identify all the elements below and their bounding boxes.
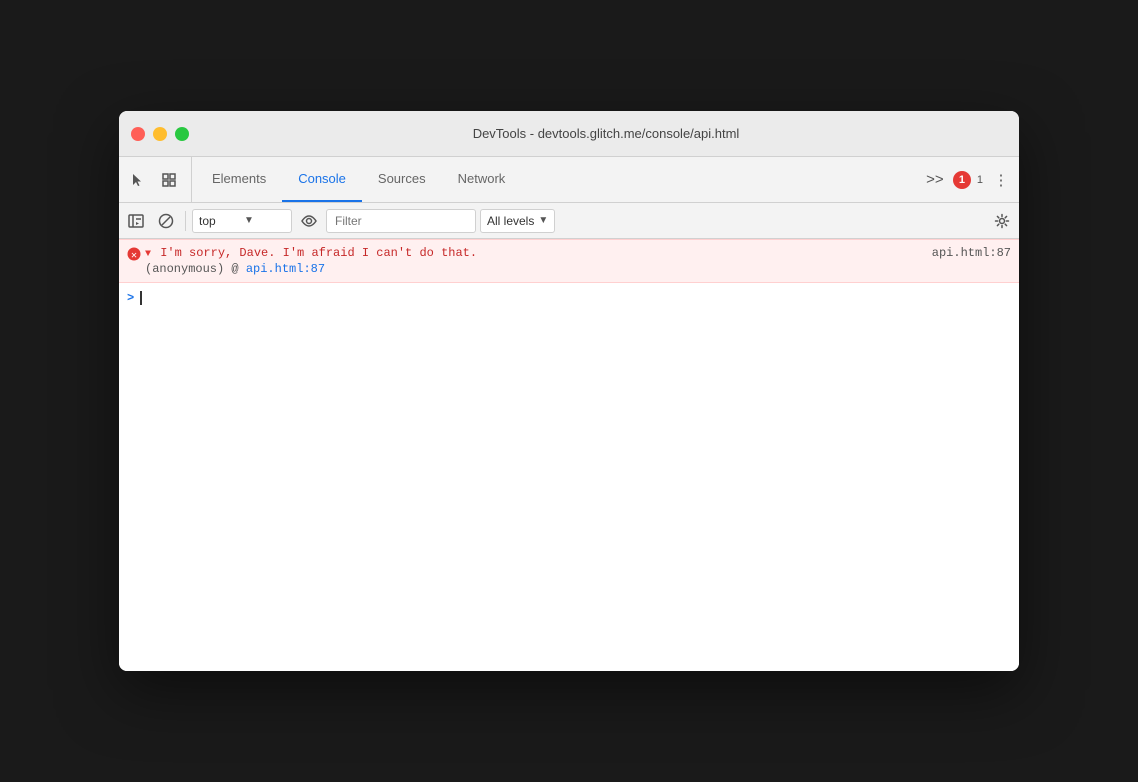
tab-sources[interactable]: Sources — [362, 157, 442, 202]
level-arrow-icon: ▼ — [538, 215, 548, 226]
more-tabs-button[interactable]: >> — [921, 166, 949, 194]
context-selector[interactable]: top ▼ — [192, 209, 292, 233]
minimize-button[interactable] — [153, 127, 167, 141]
error-expand-triangle[interactable]: ▼ — [145, 249, 151, 260]
error-badge-group: 1 1 — [953, 171, 983, 189]
error-stack-trace: (anonymous) @ api.html:87 — [145, 262, 1011, 276]
clear-console-button[interactable] — [153, 208, 179, 234]
tab-bar: Elements Console Sources Network >> 1 1 … — [119, 157, 1019, 203]
maximize-button[interactable] — [175, 127, 189, 141]
eye-icon[interactable] — [296, 208, 322, 234]
console-prompt: > — [127, 291, 134, 305]
window-controls — [131, 127, 189, 141]
error-count-label: 1 — [977, 174, 983, 186]
error-message-line: ▼ I'm sorry, Dave. I'm afraid I can't do… — [145, 246, 477, 260]
tab-network[interactable]: Network — [442, 157, 522, 202]
console-input-row[interactable]: > — [119, 283, 1019, 313]
tabs-list: Elements Console Sources Network — [196, 157, 917, 202]
toolbar-divider-1 — [185, 211, 186, 231]
filter-input[interactable] — [326, 209, 476, 233]
cursor-icon[interactable] — [123, 166, 151, 194]
tab-bar-left-icons — [123, 157, 192, 202]
svg-text:✕: ✕ — [131, 251, 137, 261]
tab-bar-right: >> 1 1 ⋮ — [917, 157, 1015, 202]
context-arrow-icon: ▼ — [244, 215, 285, 226]
log-level-selector[interactable]: All levels ▼ — [480, 209, 555, 233]
console-area[interactable]: ✕ ▼ I'm sorry, Dave. I'm afraid I can't … — [119, 239, 1019, 671]
settings-button[interactable] — [989, 208, 1015, 234]
tab-console[interactable]: Console — [282, 157, 362, 202]
tab-elements[interactable]: Elements — [196, 157, 282, 202]
error-trace-link[interactable]: api.html:87 — [246, 262, 325, 276]
sidebar-toggle-button[interactable] — [123, 208, 149, 234]
console-error-row: ✕ ▼ I'm sorry, Dave. I'm afraid I can't … — [119, 239, 1019, 283]
layers-icon[interactable] — [155, 166, 183, 194]
console-toolbar: top ▼ All levels ▼ — [119, 203, 1019, 239]
close-button[interactable] — [131, 127, 145, 141]
error-source-link[interactable]: api.html:87 — [932, 246, 1011, 260]
error-circle-icon: ✕ — [127, 247, 141, 265]
error-main-line: ▼ I'm sorry, Dave. I'm afraid I can't do… — [145, 246, 1011, 260]
error-content: ▼ I'm sorry, Dave. I'm afraid I can't do… — [145, 246, 1011, 276]
console-cursor — [140, 291, 142, 305]
error-message-text: I'm sorry, Dave. I'm afraid I can't do t… — [160, 246, 477, 260]
error-badge: 1 — [953, 171, 971, 189]
window-title: DevTools - devtools.glitch.me/console/ap… — [205, 126, 1007, 141]
title-bar: DevTools - devtools.glitch.me/console/ap… — [119, 111, 1019, 157]
devtools-window: DevTools - devtools.glitch.me/console/ap… — [119, 111, 1019, 671]
devtools-menu-button[interactable]: ⋮ — [987, 166, 1015, 194]
